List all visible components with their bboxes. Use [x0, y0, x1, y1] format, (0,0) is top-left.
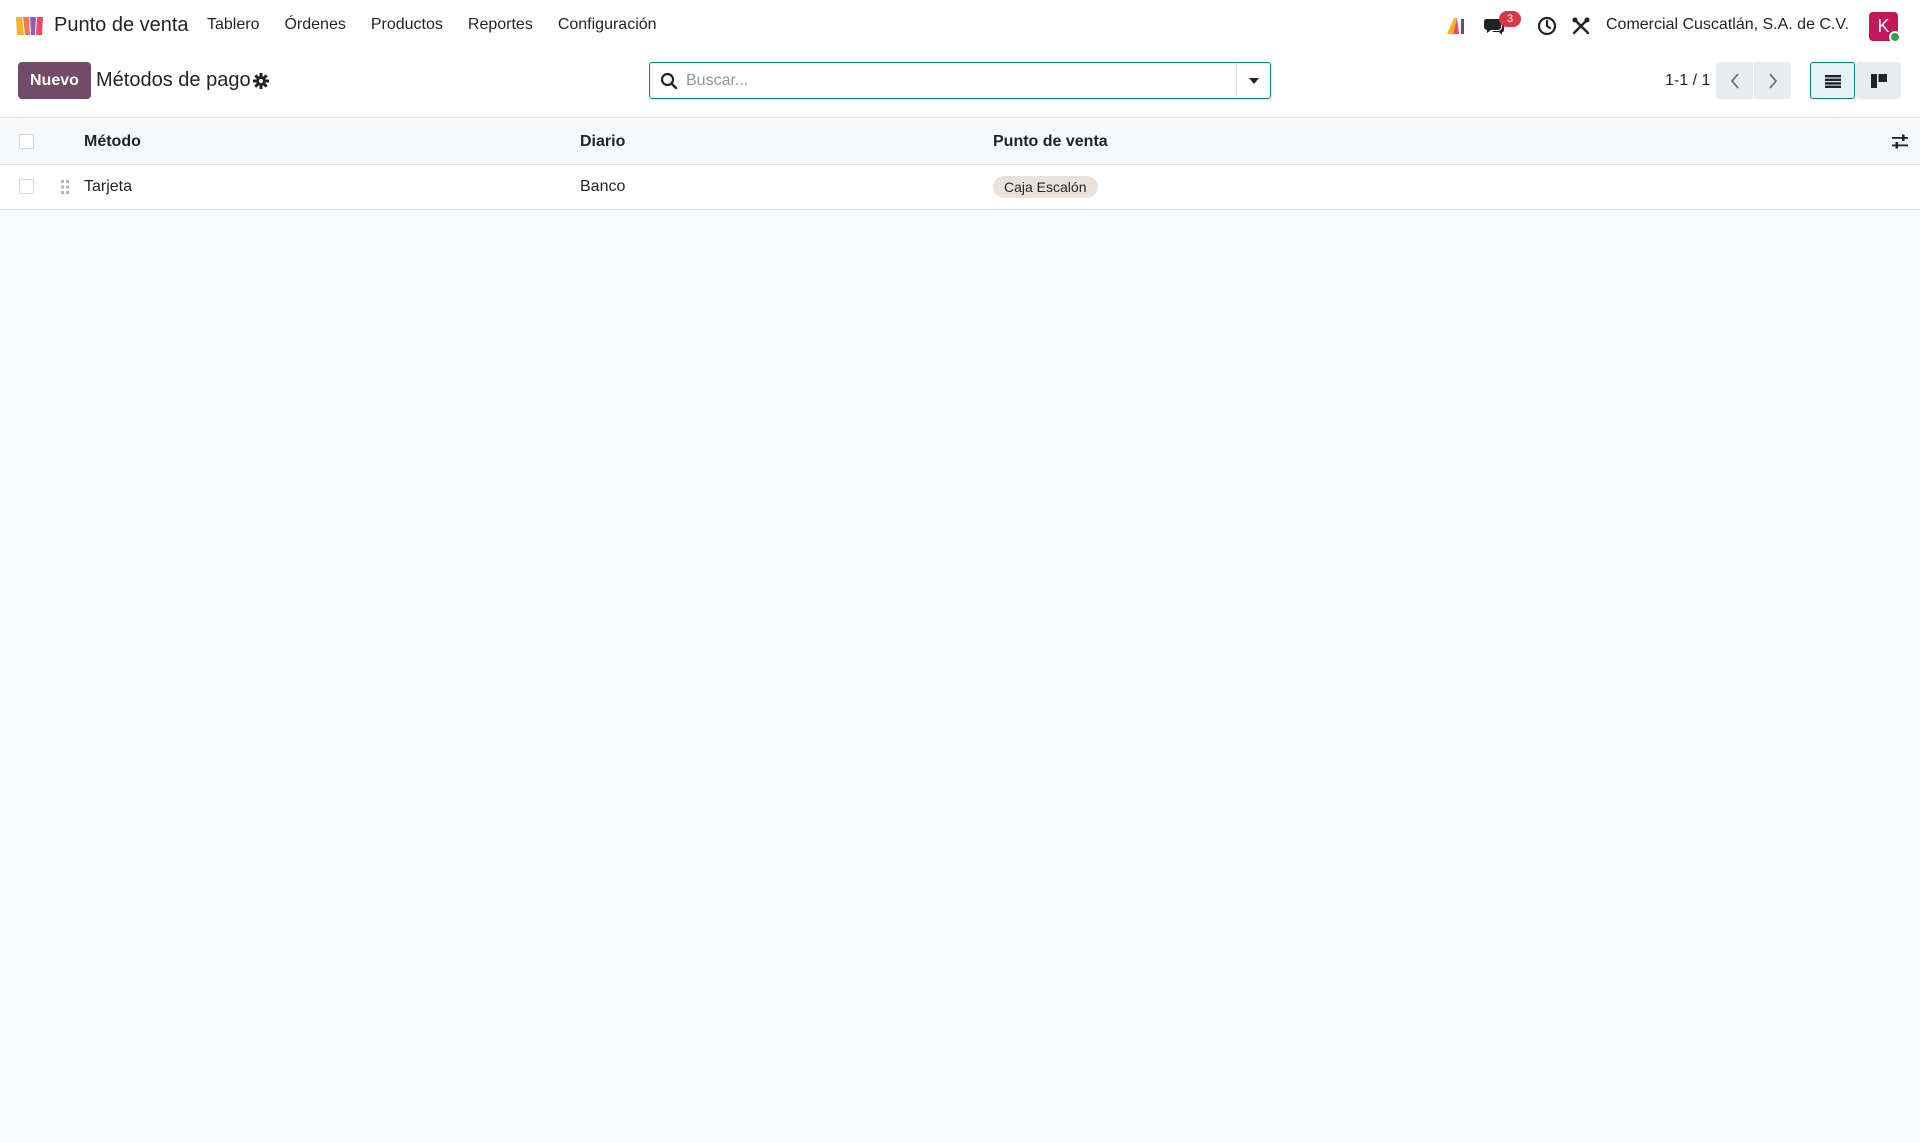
new-button[interactable]: Nuevo [18, 62, 91, 99]
menu-ordenes[interactable]: Órdenes [284, 16, 345, 34]
column-header-diario[interactable]: Diario [580, 133, 625, 151]
pos-tag: Caja Escalón [993, 176, 1098, 198]
cell-diario: Banco [580, 178, 626, 195]
pager-value[interactable]: 1-1 / 1 [1665, 72, 1710, 90]
menu-productos[interactable]: Productos [371, 16, 443, 34]
search-input[interactable] [686, 63, 1234, 98]
search-icon [660, 72, 678, 90]
search-options-toggle[interactable] [1236, 63, 1270, 98]
control-panel: Nuevo Métodos de pago 1-1 / 1 [0, 52, 1920, 118]
page-title: Métodos de pago [96, 69, 251, 91]
kanban-view-icon [1870, 73, 1887, 88]
select-all-checkbox[interactable] [19, 134, 34, 149]
drag-handle-icon[interactable] [60, 179, 70, 195]
menu-reportes[interactable]: Reportes [468, 16, 533, 34]
ai-assistant-icon[interactable] [1445, 15, 1467, 37]
company-switcher[interactable]: Comercial Cuscatlán, S.A. de C.V. [1606, 16, 1849, 34]
payment-methods-list: Método Diario Punto de venta Tarjeta Ban… [0, 119, 1920, 210]
tools-icon[interactable] [1570, 15, 1592, 37]
pos-app-icon[interactable] [14, 14, 46, 38]
list-view-icon [1824, 74, 1841, 88]
app-name[interactable]: Punto de venta [54, 14, 189, 37]
pager-next-button[interactable] [1754, 62, 1791, 99]
list-view-button[interactable] [1810, 62, 1855, 99]
row-checkbox[interactable] [19, 179, 34, 194]
column-header-punto-de-venta[interactable]: Punto de venta [993, 133, 1108, 151]
chevron-left-icon [1730, 72, 1739, 89]
menu-tablero[interactable]: Tablero [207, 16, 259, 34]
kanban-view-button[interactable] [1856, 62, 1901, 99]
cell-metodo: Tarjeta [84, 178, 133, 195]
table-row[interactable]: Tarjeta Banco Caja Escalón [0, 165, 1920, 210]
gear-icon[interactable] [252, 72, 270, 90]
online-status-dot [1889, 31, 1901, 43]
clock-icon[interactable] [1536, 15, 1558, 37]
column-header-metodo[interactable]: Método [84, 133, 141, 151]
column-settings-icon[interactable] [1891, 133, 1909, 151]
messages-badge: 3 [1499, 11, 1521, 27]
search-bar [649, 62, 1271, 99]
pager-previous-button[interactable] [1716, 62, 1753, 99]
main-menu: Tablero Órdenes Productos Reportes Confi… [207, 16, 682, 34]
list-header: Método Diario Punto de venta [0, 119, 1920, 165]
caret-down-icon [1248, 77, 1259, 84]
top-navbar: Punto de venta Tablero Órdenes Productos… [0, 0, 1920, 52]
chevron-right-icon [1768, 72, 1777, 89]
menu-configuracion[interactable]: Configuración [558, 16, 657, 34]
